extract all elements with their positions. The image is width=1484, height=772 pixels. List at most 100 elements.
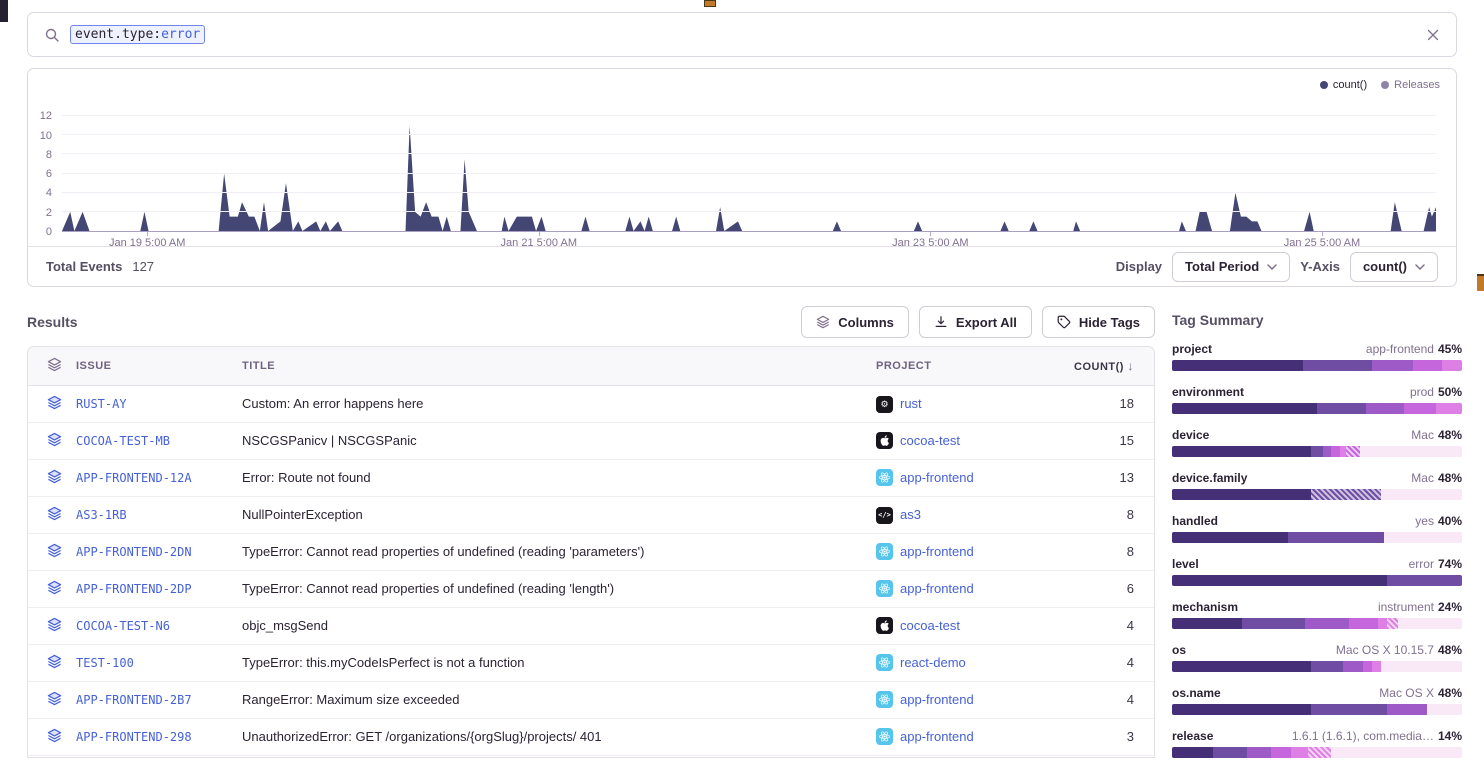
tag-distribution-bar[interactable] [1172,747,1462,758]
tag-bar-segment[interactable] [1172,575,1387,586]
tag-bar-segment[interactable] [1349,618,1378,629]
tag-bar-segment[interactable] [1288,532,1384,543]
search-query-token[interactable]: event.type:error [70,25,205,44]
tag-bar-segment[interactable] [1172,446,1311,457]
header-count[interactable]: COUNT() ↓ [1064,347,1154,385]
tag-bar-segment[interactable] [1413,360,1442,371]
tag-bar-segment[interactable] [1172,360,1303,371]
display-dropdown[interactable]: Total Period [1172,252,1290,282]
tag-bar-segment[interactable] [1398,618,1462,629]
tag-distribution-bar[interactable] [1172,360,1462,371]
issue-link[interactable]: APP-FRONTEND-12A [76,471,192,485]
project-link[interactable]: as3 [900,507,921,522]
tag-bar-segment[interactable] [1387,618,1399,629]
tag-bar-segment[interactable] [1378,618,1387,629]
issue-link[interactable]: APP-FRONTEND-2DN [76,545,192,559]
issue-link[interactable]: AS3-1RB [76,508,127,522]
issue-stack-icon[interactable] [47,395,62,410]
issue-link[interactable]: COCOA-TEST-MB [76,434,170,448]
tag-bar-segment[interactable] [1384,532,1462,543]
tag-bar-segment[interactable] [1213,747,1248,758]
issue-stack-icon[interactable] [47,543,62,558]
tag-distribution-bar[interactable] [1172,575,1462,586]
project-link[interactable]: app-frontend [900,729,974,744]
project-link[interactable]: react-demo [900,655,966,670]
tag-bar-segment[interactable] [1317,403,1366,414]
tag-bar-segment[interactable] [1172,532,1288,543]
issue-stack-icon[interactable] [47,691,62,706]
project-link[interactable]: rust [900,396,922,411]
tag-bar-segment[interactable] [1172,489,1311,500]
tag-distribution-bar[interactable] [1172,661,1462,672]
tag-bar-segment[interactable] [1271,747,1291,758]
issue-link[interactable]: TEST-100 [76,656,134,670]
issue-stack-icon[interactable] [47,469,62,484]
issue-stack-icon[interactable] [47,654,62,669]
tag-bar-segment[interactable] [1360,446,1462,457]
issue-link[interactable]: APP-FRONTEND-298 [76,730,192,744]
tag-bar-segment[interactable] [1323,446,1332,457]
tag-bar-segment[interactable] [1372,360,1413,371]
hide-tags-button[interactable]: Hide Tags [1042,306,1155,338]
legend-item-count[interactable]: count() [1320,79,1367,91]
tag-distribution-bar[interactable] [1172,403,1462,414]
tag-bar-segment[interactable] [1311,661,1343,672]
tag-bar-segment[interactable] [1436,403,1462,414]
project-link[interactable]: app-frontend [900,470,974,485]
yaxis-dropdown[interactable]: count() [1350,252,1438,282]
tag-bar-segment[interactable] [1311,489,1381,500]
project-link[interactable]: cocoa-test [900,618,960,633]
tag-bar-segment[interactable] [1387,704,1428,715]
tag-distribution-bar[interactable] [1172,532,1462,543]
issue-link[interactable]: APP-FRONTEND-2B7 [76,693,192,707]
tag-bar-segment[interactable] [1172,747,1213,758]
header-title[interactable]: TITLE [234,347,868,385]
issue-stack-icon[interactable] [47,580,62,595]
tag-bar-segment[interactable] [1311,446,1323,457]
tag-bar-segment[interactable] [1404,403,1436,414]
tag-bar-segment[interactable] [1331,446,1340,457]
tag-bar-segment[interactable] [1247,747,1270,758]
project-link[interactable]: app-frontend [900,581,974,596]
tag-bar-segment[interactable] [1172,704,1311,715]
tag-bar-segment[interactable] [1291,747,1308,758]
tag-bar-segment[interactable] [1381,489,1462,500]
tag-bar-segment[interactable] [1343,661,1363,672]
columns-button[interactable]: Columns [801,306,909,338]
header-issue[interactable]: ISSUE [68,347,234,385]
tag-bar-segment[interactable] [1331,747,1462,758]
export-all-button[interactable]: Export All [919,306,1032,338]
issue-link[interactable]: APP-FRONTEND-2DP [76,582,192,596]
tag-bar-segment[interactable] [1172,618,1242,629]
issue-stack-icon[interactable] [47,506,62,521]
issue-stack-icon[interactable] [47,617,62,632]
tag-bar-segment[interactable] [1381,661,1462,672]
tag-bar-segment[interactable] [1311,704,1386,715]
search-clear-icon[interactable] [1426,28,1440,42]
tag-bar-segment[interactable] [1308,747,1331,758]
header-project[interactable]: PROJECT [868,347,1064,385]
tag-bar-segment[interactable] [1387,575,1462,586]
header-stack-column[interactable] [28,347,68,385]
project-link[interactable]: app-frontend [900,692,974,707]
tag-bar-segment[interactable] [1363,661,1372,672]
tag-bar-segment[interactable] [1305,618,1349,629]
tag-bar-segment[interactable] [1172,661,1311,672]
tag-bar-segment[interactable] [1242,618,1306,629]
tag-bar-segment[interactable] [1172,403,1317,414]
events-area-chart[interactable] [62,97,1436,232]
tag-distribution-bar[interactable] [1172,618,1462,629]
tag-distribution-bar[interactable] [1172,446,1462,457]
tag-bar-segment[interactable] [1366,403,1404,414]
tag-distribution-bar[interactable] [1172,489,1462,500]
issue-link[interactable]: RUST-AY [76,397,127,411]
tag-bar-segment[interactable] [1303,360,1373,371]
tag-bar-segment[interactable] [1427,704,1462,715]
tag-bar-segment[interactable] [1442,360,1462,371]
search-bar[interactable]: event.type:error [27,12,1457,57]
issue-stack-icon[interactable] [47,728,62,743]
tag-bar-segment[interactable] [1346,446,1361,457]
tag-distribution-bar[interactable] [1172,704,1462,715]
issue-link[interactable]: COCOA-TEST-N6 [76,619,170,633]
project-link[interactable]: app-frontend [900,544,974,559]
